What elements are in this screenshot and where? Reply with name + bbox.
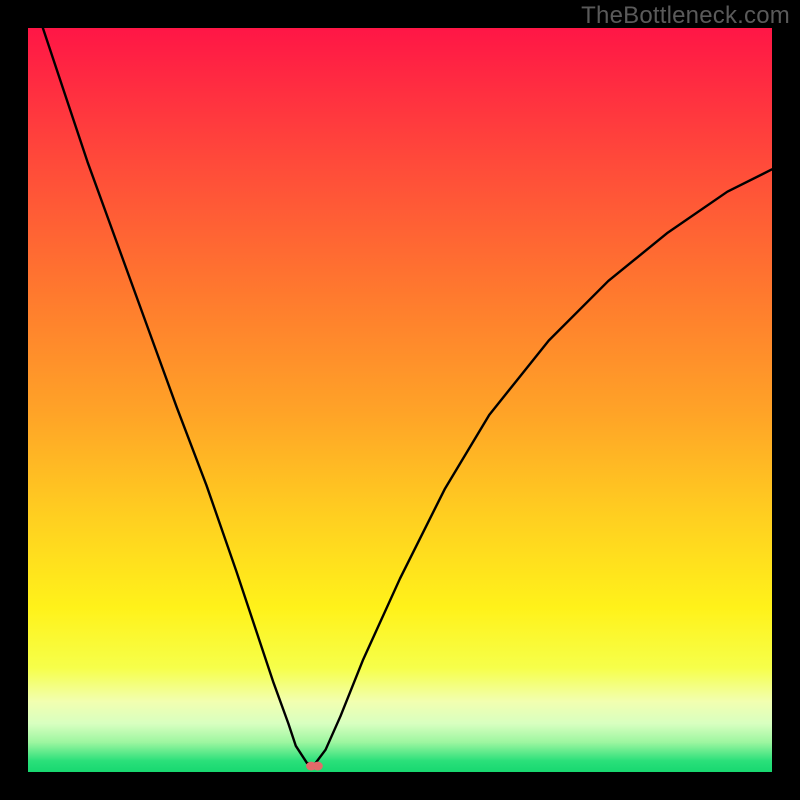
min-marker	[312, 762, 322, 771]
bottleneck-chart	[0, 0, 800, 800]
chart-container: TheBottleneck.com	[0, 0, 800, 800]
plot-background	[28, 28, 772, 772]
watermark-text: TheBottleneck.com	[581, 2, 790, 30]
